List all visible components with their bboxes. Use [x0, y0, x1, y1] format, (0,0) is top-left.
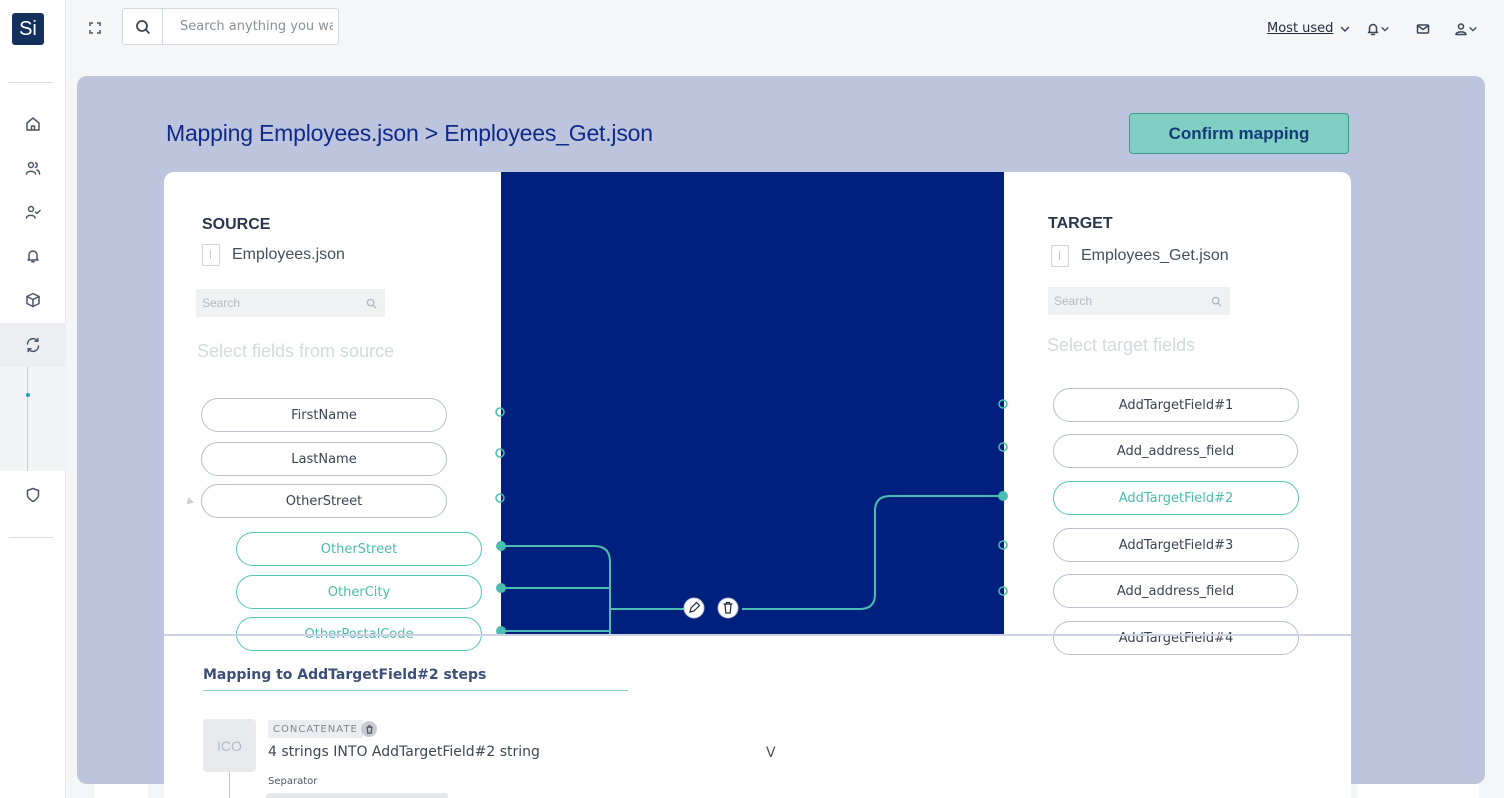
mapping-connectors — [495, 399, 1008, 635]
source-port — [495, 493, 505, 503]
expand-icon — [89, 22, 101, 34]
user-check-icon — [25, 205, 41, 219]
operation-description: 4 strings INTO AddTargetField#2 string — [268, 744, 540, 760]
shield-icon — [26, 487, 40, 503]
subnav-line — [27, 367, 28, 471]
target-port — [998, 540, 1008, 550]
background-strip — [1357, 784, 1479, 798]
global-search — [122, 8, 339, 45]
search-input[interactable] — [163, 9, 333, 44]
mail-icon — [1416, 24, 1430, 34]
confirm-mapping-button[interactable]: Confirm mapping — [1129, 113, 1349, 154]
delete-mapping-icon — [717, 597, 739, 619]
sidebar-divider — [9, 82, 53, 83]
chevron-down-icon — [1469, 27, 1477, 32]
steps-underline — [203, 690, 628, 691]
source-port-connected — [496, 583, 506, 593]
step-tree-line — [229, 772, 230, 798]
target-port — [998, 586, 1008, 596]
search-button[interactable] — [123, 9, 163, 44]
home-icon — [26, 117, 40, 131]
notifications-menu[interactable] — [1366, 20, 1390, 38]
target-port — [998, 399, 1008, 409]
sidebar-item-security[interactable] — [0, 473, 66, 517]
sidebar-item-users[interactable] — [0, 146, 66, 190]
sidebar-item-integrations[interactable] — [0, 323, 66, 367]
sync-icon — [26, 337, 40, 353]
user-icon — [1455, 23, 1467, 36]
most-used-dropdown[interactable] — [1339, 20, 1351, 38]
background-strip — [94, 784, 148, 798]
sidebar-item-user-check[interactable] — [0, 190, 66, 234]
chevron-down-icon — [1381, 27, 1389, 32]
users-icon — [25, 161, 41, 175]
user-menu[interactable] — [1454, 20, 1478, 38]
sidebar: Si — [0, 0, 66, 798]
cube-icon — [26, 292, 40, 308]
sidebar-item-home[interactable] — [0, 102, 66, 146]
panel-divider — [164, 634, 1351, 636]
connector-line — [742, 495, 1003, 610]
target-port-connected — [998, 491, 1008, 501]
trash-icon — [365, 724, 373, 734]
source-port — [495, 448, 505, 458]
operation-type-badge: CONCATENATE — [268, 720, 363, 738]
messages-button[interactable] — [1416, 20, 1430, 38]
chevron-down-icon — [1340, 26, 1350, 32]
bell-icon — [1367, 23, 1379, 36]
connector-line — [501, 545, 611, 635]
search-icon — [135, 19, 150, 34]
mapping-card: SOURCE Employees.json Search Select fiel… — [164, 172, 1351, 798]
expand-step-toggle[interactable]: V — [766, 745, 776, 761]
edit-mapping-icon — [683, 597, 705, 619]
sidebar-divider — [9, 537, 53, 538]
sidebar-item-notifications[interactable] — [0, 234, 66, 278]
operation-icon-placeholder: ICO — [203, 719, 256, 772]
fullscreen-button[interactable] — [86, 19, 104, 37]
source-port-connected — [496, 541, 506, 551]
subnav-active-dot[interactable] — [26, 393, 30, 397]
target-port — [998, 442, 1008, 452]
steps-title: Mapping to AddTargetField#2 steps — [203, 667, 487, 683]
source-port — [495, 407, 505, 417]
separator-input[interactable] — [266, 793, 448, 798]
sidebar-subnav — [0, 367, 66, 471]
sidebar-item-packages[interactable] — [0, 278, 66, 322]
separator-label: Separator — [268, 776, 318, 787]
most-used-link[interactable]: Most used — [1267, 21, 1333, 36]
page-title: Mapping Employees.json > Employees_Get.j… — [166, 120, 653, 146]
bell-icon — [27, 250, 39, 263]
app-logo[interactable]: Si — [12, 13, 44, 45]
delete-step-button[interactable] — [361, 721, 377, 737]
